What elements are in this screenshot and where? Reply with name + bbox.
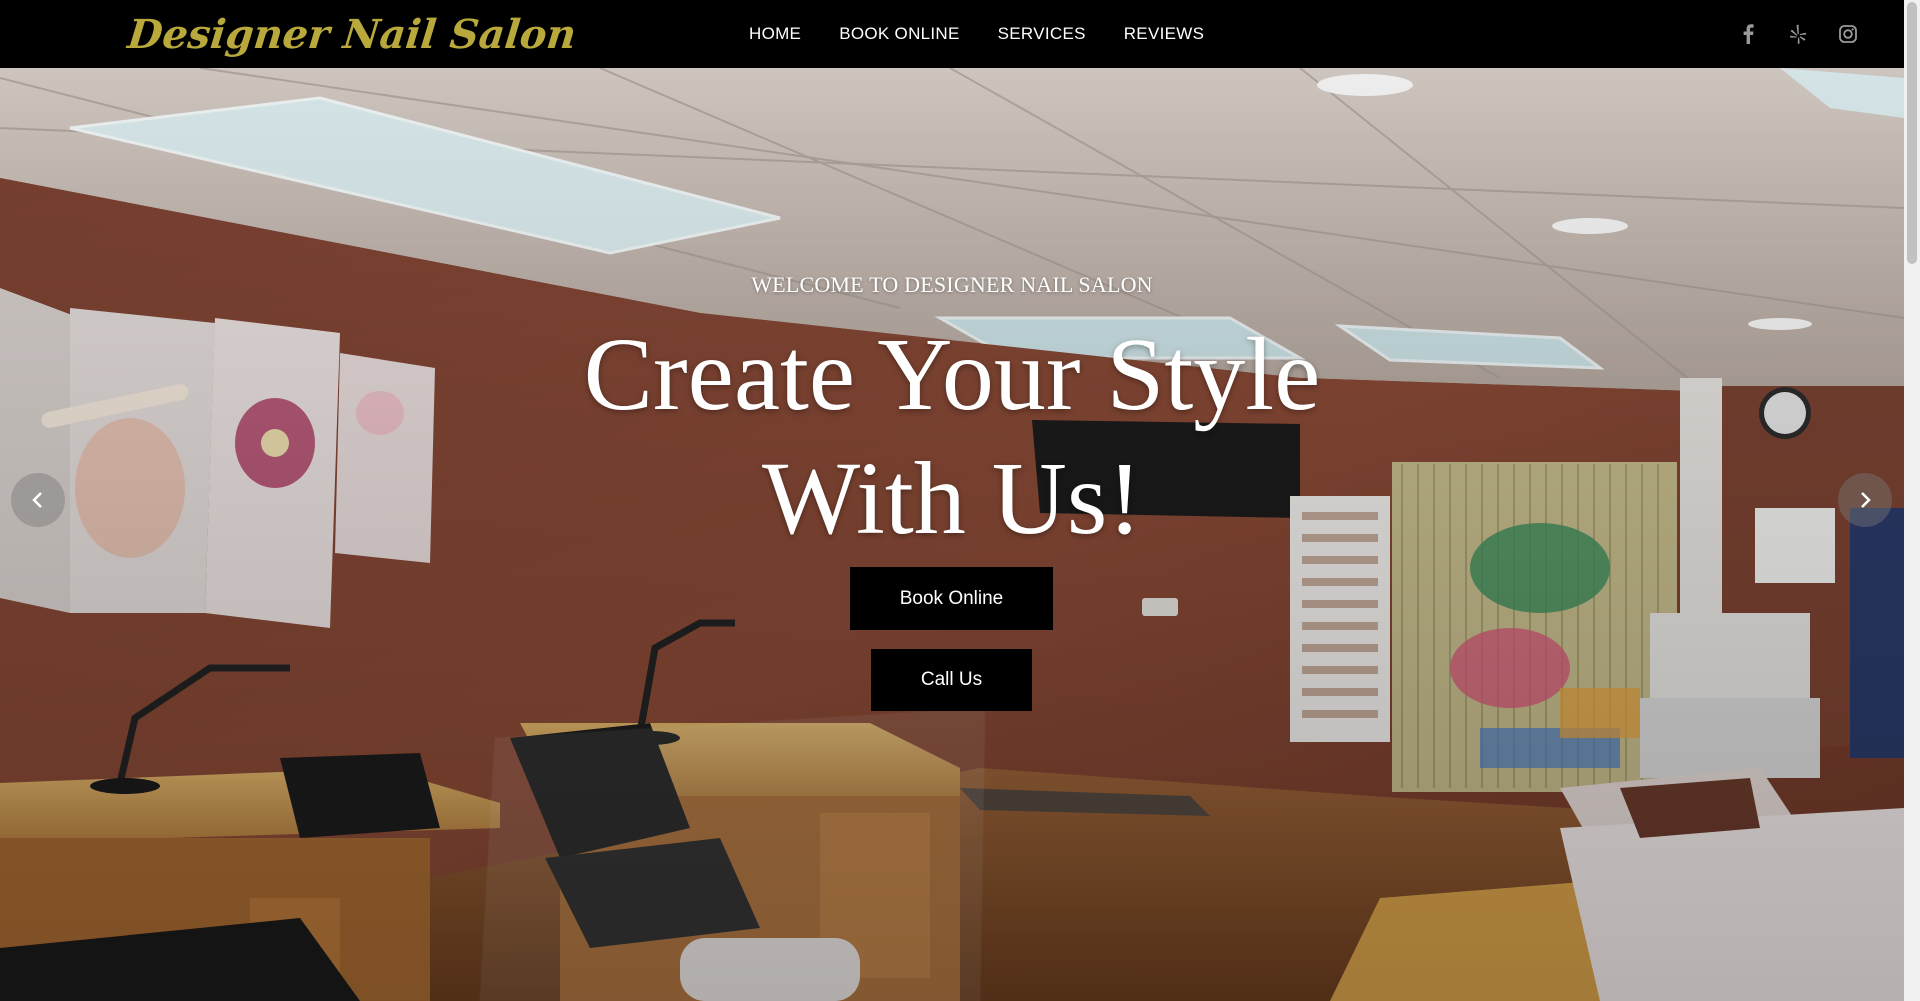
chevron-left-icon bbox=[32, 492, 42, 508]
site-logo[interactable]: Designer Nail Salon bbox=[125, 6, 579, 62]
slider-prev-button[interactable] bbox=[11, 473, 65, 527]
instagram-icon[interactable] bbox=[1836, 22, 1860, 46]
yelp-icon[interactable] bbox=[1786, 22, 1810, 46]
headline-line-2: With Us! bbox=[762, 441, 1142, 556]
call-us-button[interactable]: Call Us bbox=[871, 649, 1032, 711]
nav-item-services[interactable]: SERVICES bbox=[979, 24, 1105, 44]
hero-slider: WELCOME TO DESIGNER NAIL SALON Create Yo… bbox=[0, 68, 1904, 1001]
nav-item-reviews[interactable]: REVIEWS bbox=[1105, 24, 1224, 44]
social-links bbox=[1736, 0, 1860, 68]
nav-item-home[interactable]: HOME bbox=[730, 24, 820, 44]
facebook-icon[interactable] bbox=[1736, 22, 1760, 46]
welcome-text: WELCOME TO DESIGNER NAIL SALON bbox=[751, 272, 1153, 297]
slider-next-button[interactable] bbox=[1838, 473, 1892, 527]
page-scrollbar[interactable] bbox=[1904, 0, 1920, 1001]
hero-content: WELCOME TO DESIGNER NAIL SALON Create Yo… bbox=[0, 68, 1904, 1001]
site-header: Designer Nail Salon HOME BOOK ONLINE SER… bbox=[0, 0, 1904, 68]
nav-item-book-online[interactable]: BOOK ONLINE bbox=[820, 24, 978, 44]
main-nav: HOME BOOK ONLINE SERVICES REVIEWS bbox=[730, 0, 1223, 68]
headline-line-1: Create Your Style bbox=[583, 317, 1321, 432]
chevron-right-icon bbox=[1861, 492, 1871, 508]
hero-headline: Create Your Style With Us! bbox=[0, 313, 1904, 561]
book-online-button[interactable]: Book Online bbox=[850, 567, 1053, 630]
scrollbar-thumb[interactable] bbox=[1907, 2, 1917, 264]
